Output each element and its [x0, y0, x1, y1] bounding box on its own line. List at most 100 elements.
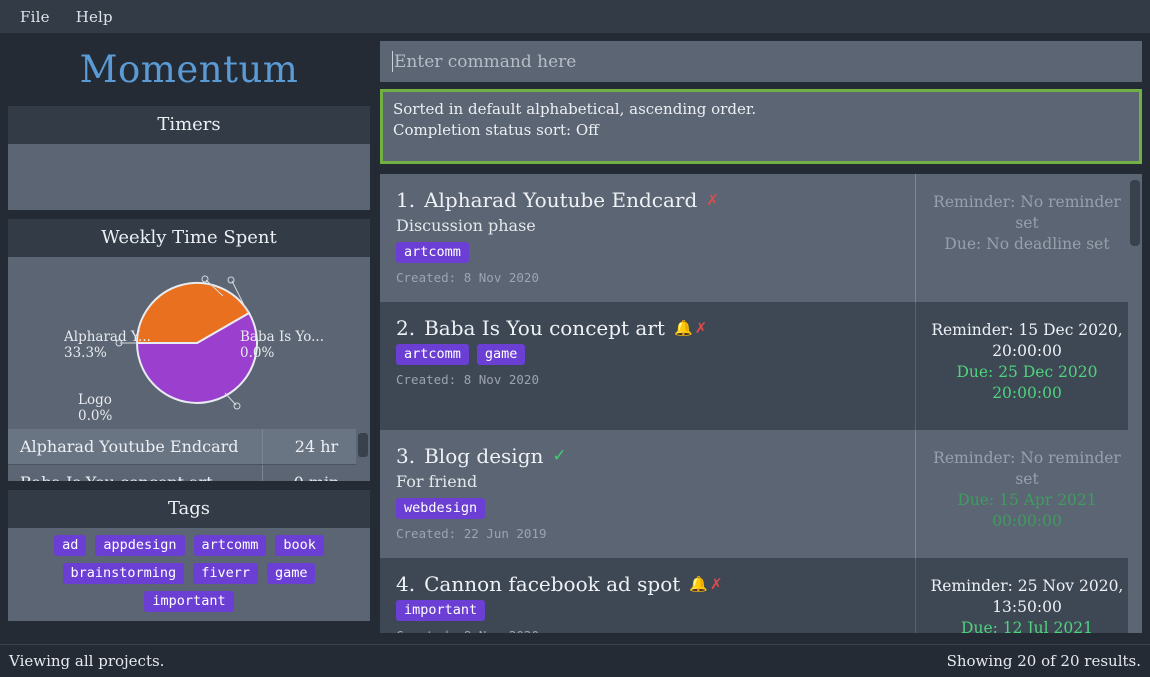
timers-panel: Timers — [8, 106, 370, 210]
task-due: Due: 15 Apr 2021 00:00:00 — [957, 491, 1097, 530]
command-input[interactable]: Enter command here — [380, 41, 1142, 82]
check-icon: ✓ — [552, 446, 567, 466]
task-schedule: Reminder: 25 Nov 2020, 13:50:00 Due: 12 … — [916, 558, 1138, 633]
task-reminder: Reminder: 25 Nov 2020, 13:50:00 — [930, 577, 1124, 616]
table-row[interactable]: Baba Is You concept art 0 min — [8, 465, 370, 481]
task-due: Due: 12 Jul 2021 — [961, 619, 1093, 633]
task-created: Created: 8 Nov 2020 — [396, 372, 539, 387]
pie-label-alpharad: Alpharad Y... 33.3% — [64, 329, 151, 361]
task-title-row: 4. Cannon facebook ad spot 🔔 ✗ — [396, 572, 899, 596]
task-card[interactable]: 1. Alpharad Youtube Endcard ✗ Discussion… — [380, 174, 1138, 302]
tag-chip[interactable]: game — [266, 563, 316, 584]
status-bar: Viewing all projects. Showing 20 of 20 r… — [0, 644, 1150, 677]
task-schedule: Reminder: No reminder set Due: 15 Apr 20… — [916, 430, 1138, 558]
time-row-value: 24 hr — [262, 429, 370, 464]
task-created: Created: 22 Jun 2019 — [396, 526, 547, 541]
tag-chip[interactable]: important — [144, 591, 234, 612]
cross-icon: ✗ — [706, 191, 719, 209]
task-list-scrollbar[interactable] — [1128, 174, 1142, 633]
task-schedule: Reminder: 15 Dec 2020, 20:00:00 Due: 25 … — [916, 302, 1138, 430]
tags-title: Tags — [8, 490, 370, 528]
pie-label-baba: Baba Is Yo... 0.0% — [240, 329, 325, 361]
task-name: Alpharad Youtube Endcard — [424, 188, 698, 212]
tag-chip[interactable]: appdesign — [95, 535, 185, 556]
text-caret — [392, 51, 393, 72]
tag-chip[interactable]: artcomm — [193, 535, 267, 556]
status-message-panel: Sorted in default alphabetical, ascendin… — [380, 89, 1142, 164]
cross-icon: ✗ — [694, 319, 708, 337]
task-status-icons: ✓ — [552, 446, 566, 466]
task-tags: artcomm — [396, 242, 899, 263]
results-count: Showing 20 of 20 results. — [946, 652, 1141, 670]
table-row[interactable]: Alpharad Youtube Endcard 24 hr — [8, 429, 370, 465]
time-row-name: Alpharad Youtube Endcard — [20, 437, 239, 456]
weekly-time-table: Alpharad Youtube Endcard 24 hr Baba Is Y… — [8, 429, 370, 481]
sidebar: Momentum Timers Weekly Time Spent Alphar… — [0, 33, 378, 644]
tag-chip[interactable]: webdesign — [396, 498, 486, 519]
task-name: Blog design — [424, 444, 544, 468]
scrollbar-thumb[interactable] — [358, 433, 368, 457]
command-input-placeholder: Enter command here — [394, 51, 577, 72]
menu-item-file[interactable]: File — [20, 8, 50, 26]
tag-chip[interactable]: fiverr — [193, 563, 258, 584]
timers-list[interactable] — [8, 144, 370, 210]
task-tags: important — [396, 600, 899, 621]
main-content: Enter command here Sorted in default alp… — [378, 33, 1150, 644]
task-created: Created: 8 Nov 2020 — [396, 270, 539, 285]
viewing-status: Viewing all projects. — [9, 652, 165, 670]
task-card[interactable]: 2. Baba Is You concept art 🔔 ✗ artcomm g… — [380, 302, 1138, 430]
scrollbar-thumb[interactable] — [1130, 180, 1140, 246]
menu-item-help[interactable]: Help — [76, 8, 113, 26]
tags-row-2: brainstorming fiverr game important — [18, 563, 360, 612]
tags-list: ad appdesign artcomm book brainstorming … — [8, 528, 370, 621]
task-title-row: 2. Baba Is You concept art 🔔 ✗ — [396, 316, 899, 340]
task-status-icons: 🔔 ✗ — [689, 575, 722, 593]
task-index: 1. — [396, 188, 416, 212]
task-created: Created: 8 Nov 2020 — [396, 628, 899, 633]
task-description: For friend — [396, 472, 478, 491]
completion-sort-text: Completion status sort: Off — [393, 121, 599, 139]
task-index: 2. — [396, 316, 416, 340]
weekly-time-title: Weekly Time Spent — [8, 219, 370, 257]
tag-chip[interactable]: game — [476, 344, 526, 365]
task-reminder: Reminder: 15 Dec 2020, 20:00:00 — [931, 321, 1123, 360]
task-card-body: 1. Alpharad Youtube Endcard ✗ Discussion… — [380, 174, 915, 302]
task-title-row: 3. Blog design ✓ — [396, 444, 899, 468]
task-reminder: Reminder: No reminder set — [933, 449, 1121, 488]
tag-chip[interactable]: artcomm — [396, 242, 469, 263]
task-card-body: 2. Baba Is You concept art 🔔 ✗ artcomm g… — [380, 302, 915, 430]
task-card[interactable]: 4. Cannon facebook ad spot 🔔 ✗ important… — [380, 558, 1138, 633]
tag-chip[interactable]: important — [396, 600, 486, 621]
task-index: 4. — [396, 572, 416, 596]
cross-icon: ✗ — [710, 575, 723, 593]
task-name: Baba Is You concept art — [424, 316, 665, 340]
weekly-time-pie-chart: Alpharad Y... 33.3% Baba Is Yo... 0.0% L… — [8, 257, 370, 481]
tags-row-1: ad appdesign artcomm book — [18, 535, 360, 556]
bell-icon: 🔔 — [689, 575, 709, 593]
task-description: Discussion phase — [396, 216, 536, 235]
task-list-inner: 1. Alpharad Youtube Endcard ✗ Discussion… — [380, 174, 1138, 633]
weekly-time-panel: Weekly Time Spent Alpharad Y... 33.3% Ba… — [8, 219, 370, 481]
tag-chip[interactable]: artcomm — [396, 344, 469, 365]
task-due: Due: 25 Dec 2020 20:00:00 — [956, 363, 1098, 402]
tags-panel: Tags ad appdesign artcomm book brainstor… — [8, 490, 370, 621]
tag-chip[interactable]: brainstorming — [62, 563, 185, 584]
task-index: 3. — [396, 444, 416, 468]
timers-title: Timers — [8, 106, 370, 144]
task-name: Cannon facebook ad spot — [424, 572, 681, 596]
task-tags: webdesign — [396, 498, 899, 519]
task-title-row: 1. Alpharad Youtube Endcard ✗ — [396, 188, 899, 212]
app-title: Momentum — [79, 47, 299, 91]
task-reminder: Reminder: No reminder set — [933, 193, 1121, 232]
app-window: File Help Momentum Timers Weekly Time Sp… — [0, 0, 1150, 677]
task-schedule: Reminder: No reminder set Due: No deadli… — [916, 174, 1138, 302]
task-card-body: 4. Cannon facebook ad spot 🔔 ✗ important… — [380, 558, 915, 633]
task-due: Due: No deadline set — [944, 235, 1110, 253]
task-tags: artcomm game — [396, 344, 899, 365]
tag-chip[interactable]: ad — [54, 535, 87, 556]
bell-icon: 🔔 — [673, 319, 693, 337]
weekly-table-scrollbar[interactable] — [356, 429, 370, 481]
tag-chip[interactable]: book — [275, 535, 324, 556]
task-card-body: 3. Blog design ✓ For friend webdesign Cr… — [380, 430, 915, 558]
task-card[interactable]: 3. Blog design ✓ For friend webdesign Cr… — [380, 430, 1138, 558]
